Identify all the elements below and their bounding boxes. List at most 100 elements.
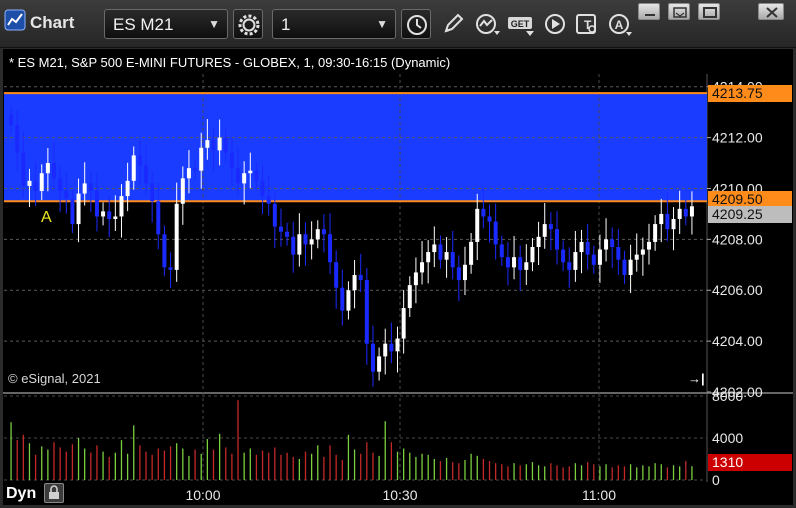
- candle-body: [113, 216, 118, 220]
- symbol-description: * ES M21, S&P 500 E-MINI FUTURES - GLOBE…: [9, 55, 451, 70]
- candle-body: [628, 259, 633, 275]
- candle-body: [328, 234, 333, 263]
- candle-body: [266, 196, 271, 204]
- candle-body: [653, 224, 658, 242]
- time-axis-bar: [3, 482, 793, 506]
- candle-body: [364, 280, 369, 344]
- candle-body: [420, 262, 425, 273]
- candle-body: [321, 229, 326, 235]
- candle-body: [622, 259, 627, 275]
- candle-body: [33, 180, 38, 192]
- candle-body: [340, 287, 345, 311]
- candle-body: [352, 274, 357, 291]
- candle-body: [604, 239, 609, 250]
- candle-body: [462, 264, 467, 281]
- candle-body: [389, 343, 394, 352]
- candle-body: [499, 244, 504, 258]
- candle-body: [162, 234, 167, 268]
- candle-body: [542, 224, 547, 237]
- candle-body: [101, 211, 106, 217]
- candle-body: [144, 165, 149, 184]
- candle-body: [505, 257, 510, 268]
- candle-body: [174, 203, 179, 270]
- candle-body: [524, 262, 529, 270]
- candle-body: [438, 244, 443, 260]
- dynamic-mode-label: Dyn: [6, 485, 37, 502]
- candle-body: [309, 239, 314, 245]
- price-tick-label: 4204.00: [712, 333, 763, 349]
- candle-body: [254, 170, 259, 181]
- volume-value-tag: 1310: [708, 454, 792, 472]
- candle-body: [616, 246, 621, 260]
- candle-body: [236, 168, 241, 184]
- candle-body: [211, 140, 216, 151]
- candle-body: [285, 231, 290, 237]
- candle-body: [76, 193, 81, 225]
- candle-body: [205, 140, 210, 148]
- candle-body: [58, 178, 63, 192]
- candle-body: [481, 208, 486, 217]
- candle-body: [334, 262, 339, 288]
- candle-body: [573, 252, 578, 270]
- candle-body: [297, 234, 302, 255]
- upper-zone-price-tag: 4213.75: [708, 85, 792, 103]
- candle-body: [395, 338, 400, 352]
- candle-body: [591, 254, 596, 265]
- candle-body: [94, 191, 99, 217]
- candle-body: [469, 241, 474, 265]
- annotation-marker: A: [41, 209, 52, 226]
- candle-body: [610, 239, 615, 247]
- candle-body: [242, 173, 247, 184]
- price-zone-band: [4, 93, 707, 202]
- candle-body: [168, 267, 173, 270]
- candle-body: [303, 234, 308, 245]
- copyright-text: © eSignal, 2021: [8, 371, 101, 386]
- candle-body: [70, 198, 75, 225]
- candle-body: [27, 180, 32, 186]
- candle-body: [199, 147, 204, 171]
- price-chart[interactable]: 4214.004212.004210.004208.004206.004204.…: [0, 0, 796, 508]
- candle-body: [530, 246, 535, 263]
- candle-body: [432, 244, 437, 253]
- candle-body: [597, 249, 602, 265]
- candle-body: [401, 308, 406, 339]
- candle-body: [407, 285, 412, 309]
- lock-icon[interactable]: [44, 483, 64, 503]
- candle-body: [125, 180, 130, 197]
- candle-body: [413, 272, 418, 286]
- candle-body: [315, 229, 320, 240]
- candle-body: [444, 252, 449, 260]
- candle-body: [39, 173, 44, 192]
- candle-body: [278, 226, 283, 232]
- candle-body: [579, 241, 584, 253]
- candle-body: [383, 343, 388, 357]
- candle-body: [683, 208, 688, 217]
- candle-body: [640, 249, 645, 255]
- candle-body: [137, 155, 142, 166]
- candle-body: [665, 213, 670, 230]
- candle-body: [156, 201, 161, 235]
- candle-body: [450, 252, 455, 268]
- candle-body: [21, 152, 26, 186]
- volume-tick-label: 8000: [712, 388, 743, 404]
- volume-tick-label: 4000: [712, 430, 743, 446]
- candle-body: [52, 163, 57, 179]
- candle-body: [217, 137, 222, 151]
- candle-body: [567, 262, 572, 270]
- candle-body: [493, 221, 498, 245]
- candle-body: [561, 249, 566, 263]
- candle-body: [358, 274, 363, 281]
- candle-body: [150, 183, 155, 202]
- candle-body: [229, 152, 234, 169]
- candle-body: [689, 206, 694, 217]
- last-price-tag: 4209.25: [708, 205, 792, 223]
- candle-body: [456, 267, 461, 281]
- candle-body: [370, 343, 375, 372]
- candle-body: [536, 236, 541, 247]
- scroll-to-end-icon[interactable]: →|: [688, 371, 705, 386]
- candle-body: [119, 196, 124, 217]
- price-axis-background: [707, 49, 793, 482]
- candle-body: [45, 163, 50, 174]
- candle-body: [82, 183, 87, 194]
- candle-body: [659, 213, 664, 225]
